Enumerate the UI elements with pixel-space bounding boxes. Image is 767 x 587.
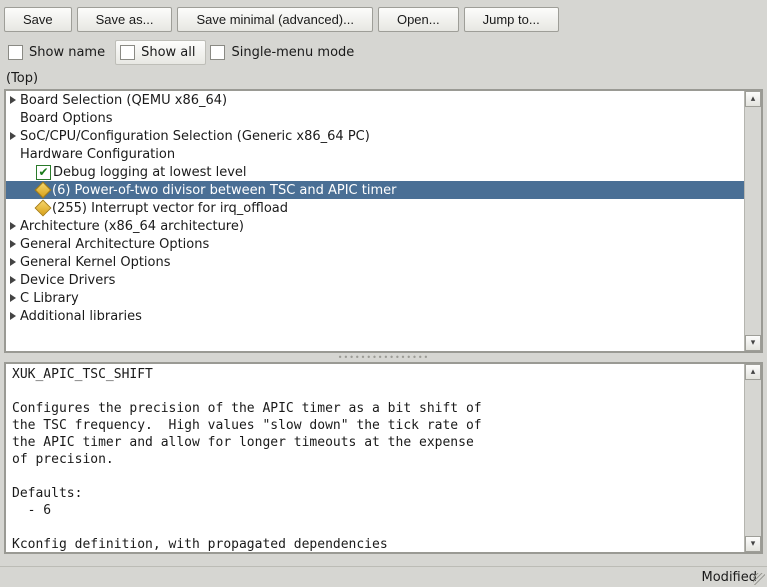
help-body: Configures the precision of the APIC tim… [12, 401, 482, 467]
show-all-checkbox[interactable]: Show all [115, 40, 206, 65]
tree-row-label: Board Options [20, 111, 113, 126]
expand-arrow-icon[interactable] [10, 294, 16, 302]
expand-arrow-icon[interactable] [10, 222, 16, 230]
help-text: XUK_APIC_TSC_SHIFT Configures the precis… [6, 364, 744, 552]
expand-arrow-icon[interactable] [10, 132, 16, 140]
show-name-checkbox[interactable]: Show name [4, 41, 115, 64]
scroll-down-icon[interactable]: ▾ [745, 536, 761, 552]
tree-row[interactable]: Board Selection (QEMU x86_64) [6, 91, 744, 109]
tree-row-label: Architecture (x86_64 architecture) [20, 219, 244, 234]
expand-arrow-icon[interactable] [10, 96, 16, 104]
status-bar: Modified [0, 566, 767, 587]
show-name-label: Show name [29, 45, 105, 60]
tree-row-label: Additional libraries [20, 309, 142, 324]
tree-row-label: Hardware Configuration [20, 147, 175, 162]
tree-row[interactable]: Architecture (x86_64 architecture) [6, 217, 744, 235]
tree-row-label: C Library [20, 291, 79, 306]
expand-arrow-icon[interactable] [10, 258, 16, 266]
config-tree-panel: Board Selection (QEMU x86_64) Board Optio… [4, 89, 763, 353]
scroll-down-icon[interactable]: ▾ [745, 335, 761, 351]
single-menu-checkbox[interactable]: Single-menu mode [206, 41, 364, 64]
tree-row[interactable]: Additional libraries [6, 307, 744, 325]
save-as-button[interactable]: Save as... [77, 7, 173, 32]
breadcrumb: (Top) [0, 71, 767, 89]
jump-to-button[interactable]: Jump to... [464, 7, 559, 32]
tree-row[interactable]: Device Drivers [6, 271, 744, 289]
splitter-handle[interactable]: •••••••••••••••• [4, 353, 763, 362]
int-option-diamond-icon[interactable] [35, 182, 52, 199]
scroll-up-icon[interactable]: ▴ [745, 91, 761, 107]
tree-row[interactable]: (255) Interrupt vector for irq_offload [6, 199, 744, 217]
tree-scrollbar[interactable]: ▴ ▾ [744, 91, 761, 351]
config-tree[interactable]: Board Selection (QEMU x86_64) Board Optio… [6, 91, 744, 351]
tree-row-label: (255) Interrupt vector for irq_offload [52, 201, 288, 216]
expand-arrow-icon[interactable] [10, 312, 16, 320]
tree-row[interactable]: General Architecture Options [6, 235, 744, 253]
help-defaults-heading: Defaults: [12, 486, 82, 501]
save-minimal-button[interactable]: Save minimal (advanced)... [177, 7, 373, 32]
help-panel: XUK_APIC_TSC_SHIFT Configures the precis… [4, 362, 763, 554]
tree-row[interactable]: C Library [6, 289, 744, 307]
tree-row-label: Device Drivers [20, 273, 115, 288]
checkbox-icon [8, 45, 23, 60]
tree-row[interactable]: General Kernel Options [6, 253, 744, 271]
bool-option-checkbox-icon[interactable]: ✔ [36, 165, 51, 180]
tree-row-label: SoC/CPU/Configuration Selection (Generic… [20, 129, 370, 144]
tree-row-label: Debug logging at lowest level [53, 165, 247, 180]
help-footer: Kconfig definition, with propagated depe… [12, 537, 388, 552]
int-option-diamond-icon[interactable] [35, 200, 52, 217]
show-all-label: Show all [141, 45, 195, 60]
modified-indicator: Modified [702, 570, 757, 585]
checkbox-icon [120, 45, 135, 60]
scroll-up-icon[interactable]: ▴ [745, 364, 761, 380]
checkbox-icon [210, 45, 225, 60]
help-scrollbar[interactable]: ▴ ▾ [744, 364, 761, 552]
tree-row-label: General Kernel Options [20, 255, 171, 270]
save-button[interactable]: Save [4, 7, 72, 32]
tree-row[interactable]: ✔Debug logging at lowest level [6, 163, 744, 181]
tree-row-label: (6) Power-of-two divisor between TSC and… [52, 183, 396, 198]
tree-row[interactable]: SoC/CPU/Configuration Selection (Generic… [6, 127, 744, 145]
single-menu-label: Single-menu mode [231, 45, 354, 60]
tree-row-label: General Architecture Options [20, 237, 209, 252]
help-defaults-value: - 6 [12, 503, 51, 518]
view-options: Show name Show all Single-menu mode [0, 37, 767, 71]
expand-arrow-icon[interactable] [10, 276, 16, 284]
help-symbol: XUK_APIC_TSC_SHIFT [12, 367, 153, 382]
open-button[interactable]: Open... [378, 7, 459, 32]
tree-row[interactable]: Board Options [6, 109, 744, 127]
tree-row[interactable]: (6) Power-of-two divisor between TSC and… [6, 181, 744, 199]
toolbar: Save Save as... Save minimal (advanced).… [0, 0, 767, 37]
tree-row[interactable]: Hardware Configuration [6, 145, 744, 163]
resize-grip-icon[interactable] [753, 573, 765, 585]
tree-row-label: Board Selection (QEMU x86_64) [20, 93, 227, 108]
expand-arrow-icon[interactable] [10, 240, 16, 248]
